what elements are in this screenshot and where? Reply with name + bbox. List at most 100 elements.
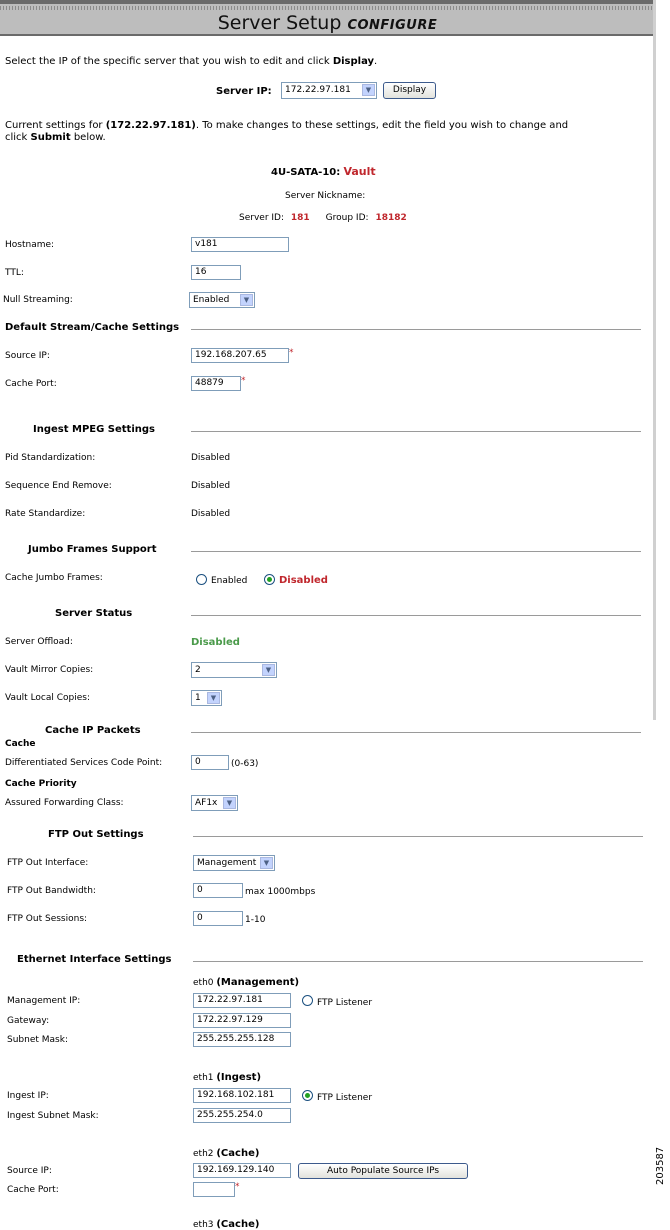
eth1-role: (Ingest) <box>216 1072 262 1083</box>
dscp-label: Differentiated Services Code Point: <box>5 758 163 768</box>
jumbo-disabled-radio[interactable] <box>264 574 275 585</box>
server-id-label: Server ID: <box>239 213 284 223</box>
mgmt-ip-input[interactable]: 172.22.97.181 <box>193 993 291 1008</box>
auto-populate-button[interactable]: Auto Populate Source IPs <box>298 1163 468 1179</box>
subnet-mask-input[interactable]: 255.255.255.128 <box>193 1032 291 1047</box>
ftp-iface-select[interactable]: Management ▼ <box>193 855 275 871</box>
eth0-ftp-listener-radio[interactable] <box>302 995 313 1006</box>
null-streaming-label: Null Streaming: <box>3 295 73 305</box>
divider <box>193 836 643 837</box>
cache-priority-subheading: Cache Priority <box>5 779 77 789</box>
title-subtitle: CONFIGURE <box>347 18 438 33</box>
ftp-bw-input[interactable]: 0 <box>193 883 243 898</box>
eth1-ftp-listener-label: FTP Listener <box>317 1093 373 1103</box>
line2-bold: Submit <box>30 132 71 143</box>
pid-label: Pid Standardization: <box>5 453 96 463</box>
mirror-value: 2 <box>195 665 201 675</box>
chevron-down-icon: ▼ <box>240 294 253 306</box>
divider <box>191 732 641 733</box>
server-type: Vault <box>343 165 376 178</box>
server-ip-label: Server IP: <box>216 86 272 97</box>
ftp-sess-label: FTP Out Sessions: <box>7 914 88 924</box>
page-title: Server Setup CONFIGURE <box>0 12 655 34</box>
af-label: Assured Forwarding Class: <box>5 798 124 808</box>
seq-end-label: Sequence End Remove: <box>5 481 112 491</box>
mirror-select[interactable]: 2 ▼ <box>191 662 277 678</box>
eth1-name: eth1 <box>193 1073 217 1083</box>
display-button[interactable]: Display <box>383 82 436 99</box>
intro-text: Select the IP of the specific server tha… <box>5 56 377 67</box>
ftp-bw-unit: max 1000mbps <box>245 887 316 897</box>
divider <box>191 615 641 616</box>
null-streaming-select[interactable]: Enabled ▼ <box>189 292 255 308</box>
jumbo-label: Cache Jumbo Frames: <box>5 573 103 583</box>
jumbo-enabled-radio[interactable] <box>196 574 207 585</box>
eth2-source-ip-input[interactable]: 192.169.129.140 <box>193 1163 291 1178</box>
eth2-title: eth2 (Cache) <box>193 1148 259 1159</box>
eth0-title: eth0 (Management) <box>193 977 299 988</box>
current-settings-line2: click Submit below. <box>5 132 106 143</box>
ttl-input[interactable]: 16 <box>191 265 241 280</box>
eth2-role: (Cache) <box>216 1148 260 1159</box>
server-ip-select[interactable]: 172.22.97.181 ▼ <box>281 82 377 99</box>
dscp-range: (0-63) <box>231 759 259 769</box>
divider <box>191 329 641 330</box>
af-value: AF1x <box>195 798 218 808</box>
required-marker: * <box>289 348 294 358</box>
dscp-input[interactable]: 0 <box>191 755 229 770</box>
mirror-label: Vault Mirror Copies: <box>5 665 94 675</box>
current-prefix: Current settings for <box>5 120 106 131</box>
cache-port-input[interactable]: 48879 <box>191 376 241 391</box>
cache-port-label: Cache Port: <box>5 379 57 389</box>
header-stripes <box>0 6 655 10</box>
default-stream-heading: Default Stream/Cache Settings <box>5 322 180 333</box>
eth0-name: eth0 <box>193 978 217 988</box>
chevron-down-icon: ▼ <box>223 797 236 809</box>
eth3-role: (Cache) <box>216 1219 260 1230</box>
seq-end-value: Disabled <box>191 481 231 491</box>
server-status-heading: Server Status <box>55 608 133 619</box>
chevron-down-icon: ▼ <box>262 664 275 676</box>
cache-subheading: Cache <box>5 739 36 749</box>
hostname-label: Hostname: <box>5 240 55 250</box>
chevron-down-icon: ▼ <box>260 857 273 869</box>
ftp-bw-label: FTP Out Bandwidth: <box>7 886 96 896</box>
cache-ip-heading: Cache IP Packets <box>45 725 141 736</box>
eth3-name: eth3 <box>193 1220 217 1230</box>
source-ip-input[interactable]: 192.168.207.65 <box>191 348 289 363</box>
ftp-iface-value: Management <box>197 858 257 868</box>
gateway-input[interactable]: 172.22.97.129 <box>193 1013 291 1028</box>
hostname-input[interactable]: v181 <box>191 237 289 252</box>
ingest-mask-input[interactable]: 255.255.254.0 <box>193 1108 291 1123</box>
server-id-row: Server ID: 181 Group ID: 18182 <box>239 213 407 223</box>
ftp-iface-label: FTP Out Interface: <box>7 858 89 868</box>
chevron-down-icon: ▼ <box>362 84 375 96</box>
jumbo-enabled-label: Enabled <box>211 576 248 586</box>
ingest-ip-label: Ingest IP: <box>7 1091 49 1101</box>
current-ip: (172.22.97.181) <box>105 120 196 131</box>
nickname-label: Server Nickname: <box>285 191 366 201</box>
server-ip-value: 172.22.97.181 <box>285 85 351 95</box>
divider <box>193 961 643 962</box>
required-marker: * <box>241 376 246 386</box>
eth2-name: eth2 <box>193 1149 217 1159</box>
ttl-label: TTL: <box>5 268 24 278</box>
divider <box>191 551 641 552</box>
eth0-role: (Management) <box>216 977 300 988</box>
subnet-mask-label: Subnet Mask: <box>7 1035 68 1045</box>
eth2-source-ip-label: Source IP: <box>7 1166 52 1176</box>
eth1-ftp-listener-radio[interactable] <box>302 1090 313 1101</box>
local-select[interactable]: 1 ▼ <box>191 690 222 706</box>
offload-value: Disabled <box>191 637 240 648</box>
af-select[interactable]: AF1x ▼ <box>191 795 238 811</box>
eth2-cache-port-input[interactable] <box>193 1182 235 1197</box>
ingest-ip-input[interactable]: 192.168.102.181 <box>193 1088 291 1103</box>
eth0-ftp-listener-label: FTP Listener <box>317 998 373 1008</box>
local-label: Vault Local Copies: <box>5 693 91 703</box>
group-id-label: Group ID: <box>325 213 369 223</box>
ethernet-heading: Ethernet Interface Settings <box>17 954 172 965</box>
line2-suffix: below. <box>70 132 106 143</box>
ftp-sess-input[interactable]: 0 <box>193 911 243 926</box>
server-model: 4U-SATA-10: Vault <box>271 165 376 178</box>
intro-bold: Display <box>332 56 375 67</box>
